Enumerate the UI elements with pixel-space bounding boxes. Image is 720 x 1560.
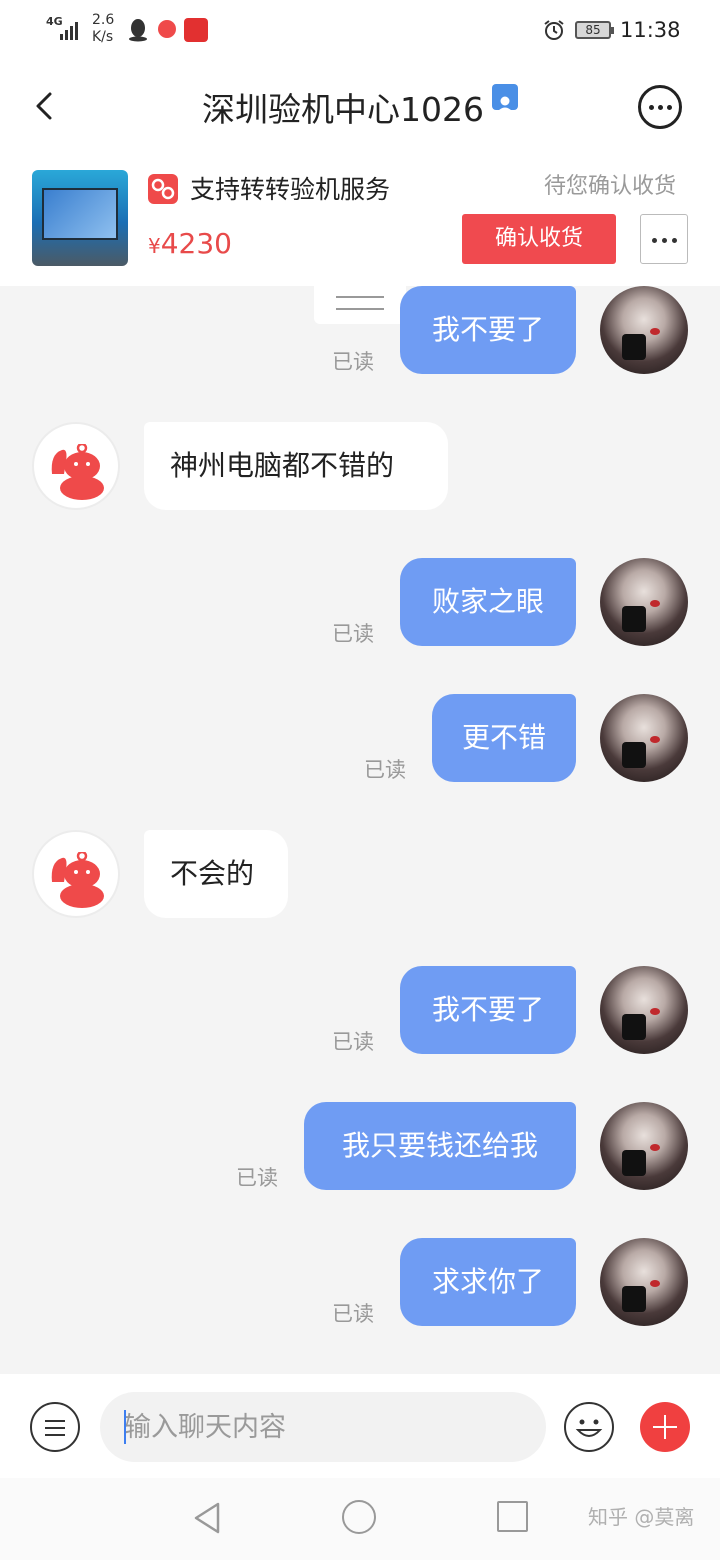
my-message-bubble[interactable]: 我不要了 bbox=[400, 966, 576, 1054]
huawei-notification-icon bbox=[184, 18, 208, 42]
read-receipt: 已读 bbox=[332, 350, 374, 374]
message-row: 我不要了 已读 bbox=[0, 286, 720, 386]
system-navigation-bar: 知乎 @莫离 bbox=[0, 1478, 720, 1560]
my-message-bubble[interactable]: 败家之眼 bbox=[400, 558, 576, 646]
confirm-receipt-button[interactable]: 确认收货 bbox=[462, 214, 616, 264]
seller-avatar[interactable] bbox=[32, 422, 120, 510]
nav-home-icon[interactable] bbox=[342, 1500, 376, 1534]
chat-header: 深圳验机中心1026 bbox=[0, 64, 720, 154]
clock: 11:38 bbox=[620, 18, 681, 42]
message-row: 更不错 已读 bbox=[0, 694, 720, 794]
menu-button[interactable] bbox=[30, 1402, 80, 1452]
qq-icon bbox=[129, 19, 147, 42]
signal-icon bbox=[60, 18, 82, 40]
my-message-bubble[interactable]: 更不错 bbox=[432, 694, 576, 782]
speed-value: 2.6 bbox=[92, 12, 115, 28]
message-row: 求求你了 已读 bbox=[0, 1238, 720, 1338]
message-row: 败家之眼 已读 bbox=[0, 558, 720, 658]
message-composer bbox=[0, 1374, 720, 1478]
text-cursor bbox=[124, 1410, 126, 1444]
my-message-bubble[interactable]: 求求你了 bbox=[400, 1238, 576, 1326]
price-value: 4230 bbox=[160, 227, 232, 260]
my-avatar[interactable] bbox=[600, 1102, 688, 1190]
chat-title-text: 深圳验机中心1026 bbox=[202, 90, 484, 129]
page-title: 深圳验机中心1026 bbox=[150, 84, 570, 132]
my-message-bubble[interactable]: 我只要钱还给我 bbox=[304, 1102, 576, 1190]
read-receipt: 已读 bbox=[332, 1302, 374, 1326]
read-receipt: 已读 bbox=[364, 758, 406, 782]
my-avatar[interactable] bbox=[600, 694, 688, 782]
order-status: 待您确认收货 bbox=[544, 174, 677, 199]
battery-icon: 85 bbox=[575, 21, 614, 39]
product-more-button[interactable] bbox=[640, 214, 688, 264]
my-avatar[interactable] bbox=[600, 286, 688, 374]
read-receipt: 已读 bbox=[236, 1166, 278, 1190]
currency-symbol: ¥ bbox=[148, 234, 161, 258]
message-row: 我只要钱还给我 已读 bbox=[0, 1102, 720, 1202]
back-arrow-icon[interactable] bbox=[28, 86, 64, 126]
message-row: 不会的 bbox=[0, 830, 720, 930]
chat-input[interactable] bbox=[100, 1392, 546, 1462]
product-card[interactable]: 支持转转验机服务 ¥4230 待您确认收货 确认收货 bbox=[0, 154, 720, 286]
add-attachment-button[interactable] bbox=[640, 1402, 690, 1452]
network-speed: 2.6 K/s bbox=[92, 12, 114, 46]
my-message-bubble[interactable]: 我不要了 bbox=[400, 286, 576, 374]
nav-recents-icon[interactable] bbox=[497, 1501, 528, 1532]
read-receipt: 已读 bbox=[332, 1030, 374, 1054]
product-price: ¥4230 bbox=[148, 226, 232, 264]
my-avatar[interactable] bbox=[600, 558, 688, 646]
message-row: 神州电脑都不错的 bbox=[0, 422, 720, 522]
status-bar: 4G 2.6 K/s 85 11:38 bbox=[0, 0, 720, 64]
message-list[interactable]: 我不要了 已读 神州电脑都不错的 败家之眼 已读 更不错 已读 不会的 我不要了… bbox=[0, 286, 720, 1374]
seller-avatar[interactable] bbox=[32, 830, 120, 918]
my-avatar[interactable] bbox=[600, 966, 688, 1054]
alarm-icon bbox=[544, 20, 564, 40]
zhuanzhuan-service-icon bbox=[148, 174, 178, 204]
speed-unit: K/s bbox=[92, 29, 114, 45]
nav-back-icon[interactable] bbox=[190, 1500, 224, 1536]
emoji-button[interactable] bbox=[564, 1402, 614, 1452]
verified-user-icon bbox=[491, 84, 518, 112]
product-thumbnail[interactable] bbox=[32, 170, 128, 266]
my-avatar[interactable] bbox=[600, 1238, 688, 1326]
read-receipt: 已读 bbox=[332, 622, 374, 646]
watermark: 知乎 @莫离 bbox=[588, 1505, 695, 1529]
message-row: 我不要了 已读 bbox=[0, 966, 720, 1066]
seller-message-bubble[interactable]: 神州电脑都不错的 bbox=[144, 422, 448, 510]
smiley-icon bbox=[575, 1419, 603, 1437]
seller-message-bubble[interactable]: 不会的 bbox=[144, 830, 288, 918]
more-options-button[interactable] bbox=[638, 85, 682, 129]
service-label: 支持转转验机服务 bbox=[190, 175, 391, 204]
app-notification-icon bbox=[158, 20, 176, 38]
